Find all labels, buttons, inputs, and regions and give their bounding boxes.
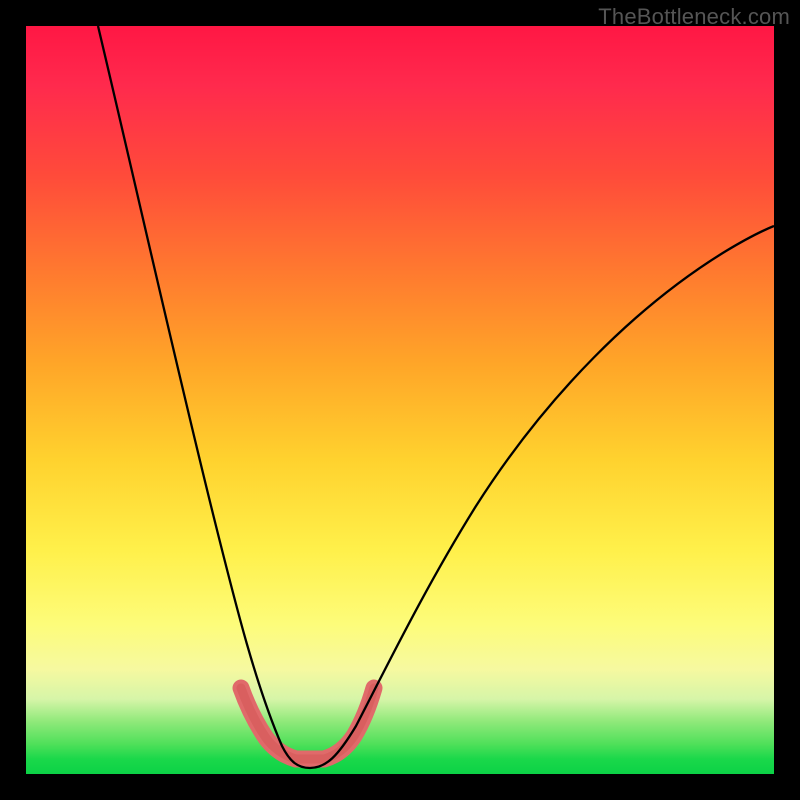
watermark-text: TheBottleneck.com [598, 4, 790, 30]
left-curve [98, 26, 310, 768]
plot-area [26, 26, 774, 774]
curve-layer [26, 26, 774, 774]
chart-frame: TheBottleneck.com [0, 0, 800, 800]
